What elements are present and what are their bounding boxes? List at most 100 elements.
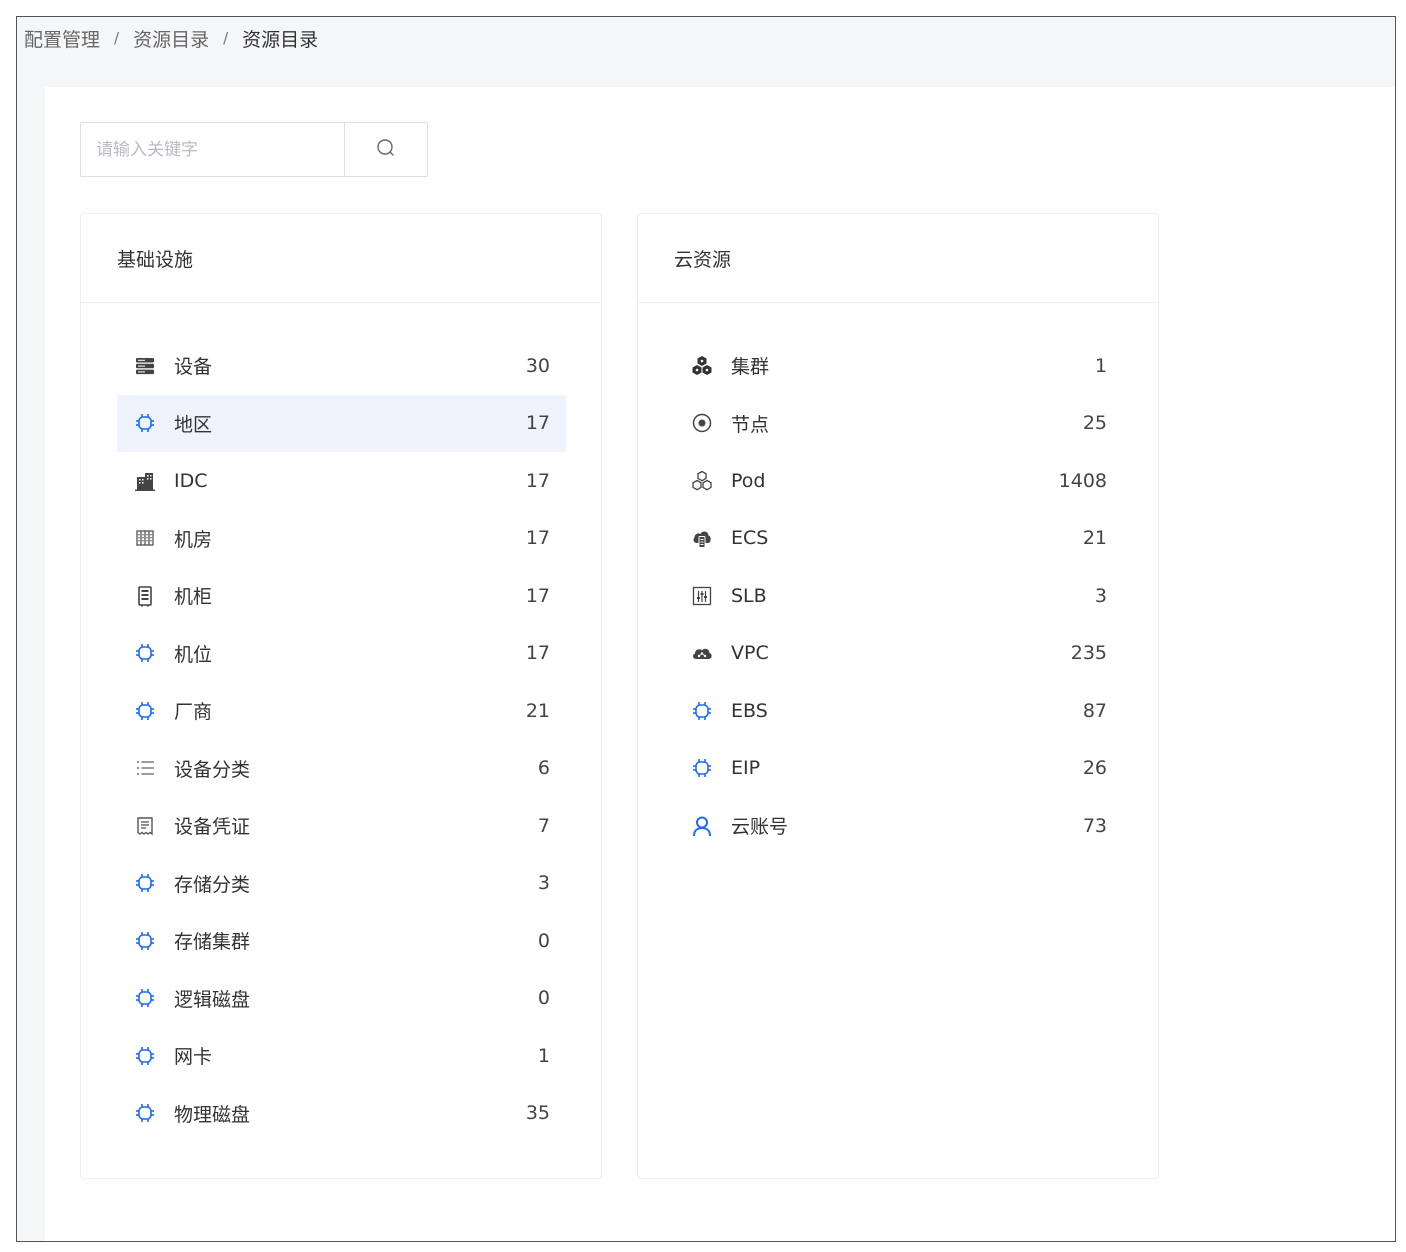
item-label: 逻辑磁盘 — [174, 988, 251, 1011]
item-count: 0 — [537, 987, 550, 1010]
list-item[interactable]: 机房 17 — [117, 510, 566, 568]
chip-icon — [691, 700, 713, 722]
user-icon — [691, 815, 713, 837]
chip-icon — [691, 757, 713, 779]
item-label: EBS — [731, 699, 768, 722]
item-label: 存储分类 — [174, 873, 251, 896]
resource-list: 设备 30 地区 17 IDC 17 机房 17 机柜 17 机位 17 厂商 21 设备分类 6 设备凭证 7 存… — [81, 303, 601, 1142]
search-input[interactable] — [81, 123, 345, 176]
chip-icon — [134, 642, 156, 664]
item-count: 17 — [525, 584, 550, 607]
list-icon — [134, 757, 156, 779]
item-label: 节点 — [731, 413, 770, 436]
chip-icon — [134, 412, 156, 434]
item-label: 设备 — [174, 356, 213, 379]
chip-icon — [134, 930, 156, 952]
chip-icon — [134, 1045, 156, 1067]
list-item[interactable]: 设备凭证 7 — [117, 797, 566, 855]
item-label: 地区 — [174, 413, 213, 436]
list-item[interactable]: EBS 87 — [674, 682, 1123, 740]
main-content: 基础设施 设备30地区17IDC17机房17机柜17机位17厂商21设备分类6设… — [45, 87, 1395, 1241]
breadcrumb-separator: / — [114, 29, 120, 47]
chip-icon — [134, 1102, 156, 1124]
list-item[interactable]: Pod 1408 — [674, 452, 1123, 510]
building-icon — [134, 470, 156, 492]
card-title: 基础设施 — [81, 214, 601, 303]
list-item[interactable]: SLB 3 — [674, 567, 1123, 625]
item-count: 6 — [537, 757, 550, 780]
receipt-icon — [134, 815, 156, 837]
item-count: 235 — [1070, 642, 1107, 665]
cabinet-icon — [134, 585, 156, 607]
list-item[interactable]: 逻辑磁盘 0 — [117, 970, 566, 1028]
item-count: 17 — [525, 642, 550, 665]
search-icon — [376, 138, 396, 162]
slider-box-icon — [691, 585, 713, 607]
pod-icon — [691, 470, 713, 492]
list-item[interactable]: 设备 30 — [117, 337, 566, 395]
list-item[interactable]: 地区 17 — [117, 394, 566, 452]
breadcrumb-separator: / — [223, 29, 229, 47]
item-label: ECS — [731, 527, 769, 550]
item-count: 17 — [525, 527, 550, 550]
item-count: 1 — [1094, 354, 1107, 377]
item-count: 30 — [525, 354, 550, 377]
item-label: EIP — [731, 757, 761, 780]
item-count: 21 — [525, 699, 550, 722]
list-item[interactable]: VPC 235 — [674, 625, 1123, 683]
item-label: 网卡 — [174, 1046, 213, 1069]
list-item[interactable]: 厂商 21 — [117, 682, 566, 740]
node-icon — [691, 412, 713, 434]
list-item[interactable]: 网卡 1 — [117, 1027, 566, 1085]
card-title: 云资源 — [638, 214, 1158, 303]
breadcrumb: 配置管理 / 资源目录 / 资源目录 — [24, 23, 318, 53]
breadcrumb-item-catalog[interactable]: 资源目录 — [133, 25, 209, 52]
app-frame: 配置管理 / 资源目录 / 资源目录 基础设施 设备30地区17IDC17机房1… — [16, 16, 1396, 1242]
item-count: 73 — [1082, 814, 1107, 837]
server-icon — [134, 355, 156, 377]
breadcrumb-item-current: 资源目录 — [242, 28, 319, 51]
item-label: 集群 — [731, 356, 770, 379]
item-label: 机位 — [174, 643, 213, 666]
item-label: 厂商 — [174, 701, 213, 724]
list-item[interactable]: IDC 17 — [117, 452, 566, 510]
item-count: 35 — [525, 1102, 550, 1125]
item-label: 云账号 — [731, 816, 789, 839]
search-button[interactable] — [344, 123, 427, 176]
item-label: 物理磁盘 — [174, 1103, 251, 1126]
list-item[interactable]: 设备分类 6 — [117, 740, 566, 798]
item-count: 87 — [1082, 699, 1107, 722]
list-item[interactable]: 节点 25 — [674, 395, 1123, 453]
list-item[interactable]: 机位 17 — [117, 625, 566, 683]
chip-icon — [134, 872, 156, 894]
item-label: 设备凭证 — [174, 816, 251, 839]
item-count: 25 — [1082, 412, 1107, 435]
breadcrumb-item-config[interactable]: 配置管理 — [24, 25, 100, 52]
item-count: 7 — [537, 814, 550, 837]
item-label: VPC — [731, 642, 769, 665]
item-count: 3 — [537, 872, 550, 895]
list-item[interactable]: ECS 21 — [674, 510, 1123, 568]
list-item[interactable]: EIP 26 — [674, 740, 1123, 798]
chip-icon — [134, 987, 156, 1009]
item-count: 26 — [1082, 757, 1107, 780]
item-count: 17 — [525, 469, 550, 492]
list-item[interactable]: 云账号 73 — [674, 797, 1123, 855]
item-label: SLB — [731, 584, 767, 607]
infrastructure-card: 基础设施 设备 30 地区 17 IDC 17 机房 17 机柜 17 机位 17 厂商 21 设备分类 6 设… — [80, 213, 602, 1179]
list-item[interactable]: 集群 1 — [674, 337, 1123, 395]
item-label: 存储集群 — [174, 931, 251, 954]
item-count: 1408 — [1058, 469, 1107, 492]
list-item[interactable]: 存储分类 3 — [117, 855, 566, 913]
list-item[interactable]: 机柜 17 — [117, 567, 566, 625]
list-item[interactable]: 存储集群 0 — [117, 912, 566, 970]
item-label: 机柜 — [174, 586, 213, 609]
cloud-network-icon — [691, 642, 713, 664]
item-count: 17 — [525, 412, 550, 435]
cloud-resources-card: 云资源 集群 1 节点 25 Pod 1408 ECS 21 SLB 3 VPC 235 EBS 87 EI… — [637, 213, 1159, 1179]
list-item[interactable]: 物理磁盘 35 — [117, 1085, 566, 1143]
resource-list: 集群 1 节点 25 Pod 1408 ECS 21 SLB 3 VPC 235 EBS 87 EIP 26 云… — [638, 303, 1158, 855]
item-label: IDC — [174, 469, 208, 492]
grid-room-icon — [134, 527, 156, 549]
item-count: 21 — [1082, 527, 1107, 550]
